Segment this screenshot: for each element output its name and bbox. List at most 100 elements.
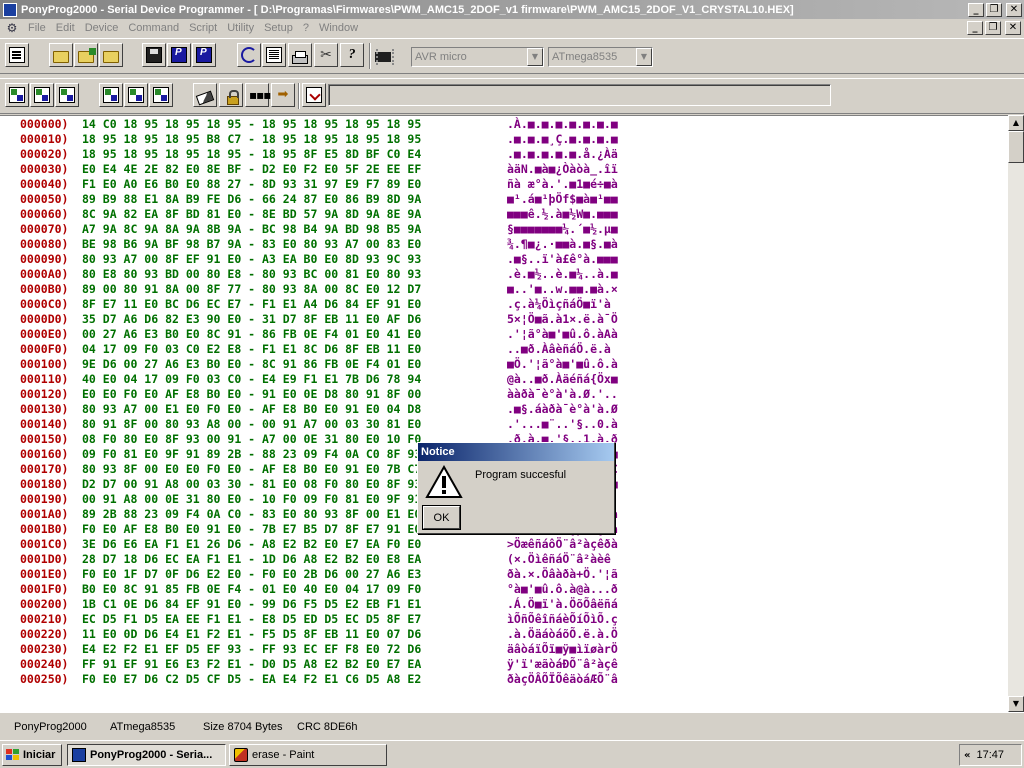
- edit-buffer-button[interactable]: [262, 43, 286, 67]
- hex-ascii[interactable]: .à.ÖäáòáõÕ.ë.à.Ö: [507, 627, 618, 642]
- hex-bytes[interactable]: 11 E0 0D D6 E4 E1 F2 E1 - F5 D5 8F EB 11…: [82, 627, 421, 642]
- hex-ascii[interactable]: .■.■.■.■.■.å.¿Àä: [507, 147, 618, 162]
- open-file-button[interactable]: [49, 43, 73, 67]
- hex-row[interactable]: 000140) 80 91 8F 00 80 93 A8 00 - 00 91 A…: [0, 417, 1008, 432]
- hex-row[interactable]: 000100) 9E D6 00 27 A6 E3 B0 E0 - 8C 91 8…: [0, 357, 1008, 372]
- hex-row[interactable]: 0001E0) F0 E0 1F D7 0F D6 E2 E0 - F0 E0 2…: [0, 567, 1008, 582]
- hex-row[interactable]: 000220) 11 E0 0D D6 E4 E1 F2 E1 - F5 D5 8…: [0, 627, 1008, 642]
- hex-row[interactable]: 0000B0) 89 00 80 91 8A 00 8F 77 - 80 93 8…: [0, 282, 1008, 297]
- hex-bytes[interactable]: 80 93 8F 00 E0 E0 F0 E0 - AF E8 B0 E0 91…: [82, 462, 421, 477]
- hex-ascii[interactable]: ■..'■..w.■■.■à.×: [507, 282, 618, 297]
- hex-ascii[interactable]: ààðà¯è°à'à.Ø.'..: [507, 387, 618, 402]
- hex-ascii[interactable]: .■§..ï'à£ê°à.■■■: [507, 252, 618, 267]
- hex-bytes[interactable]: 18 95 18 95 18 95 B8 C7 - 18 95 18 95 18…: [82, 132, 421, 147]
- hex-row[interactable]: 000050) 89 B9 88 E1 8A B9 FE D6 - 66 24 8…: [0, 192, 1008, 207]
- hex-bytes[interactable]: 89 B9 88 E1 8A B9 FE D6 - 66 24 87 E0 86…: [82, 192, 421, 207]
- hex-row[interactable]: 000010) 18 95 18 95 18 95 B8 C7 - 18 95 1…: [0, 132, 1008, 147]
- hex-bytes[interactable]: 80 93 A7 00 8F EF 91 E0 - A3 EA B0 E0 8D…: [82, 252, 421, 267]
- hex-ascii[interactable]: >ÖæêñáôÖ¨â²àçêðà: [507, 537, 618, 552]
- hex-bytes[interactable]: F1 E0 A0 E6 B0 E0 88 27 - 8D 93 31 97 E9…: [82, 177, 421, 192]
- reload-button[interactable]: [237, 43, 261, 67]
- read-data-button[interactable]: [55, 83, 79, 107]
- scroll-up-button[interactable]: ▲: [1008, 115, 1024, 131]
- document-system-icon[interactable]: ⚙: [4, 21, 20, 35]
- config-bits-button[interactable]: ▪▪▪: [245, 83, 271, 107]
- task-ponyprog[interactable]: PonyProg2000 - Seria...: [67, 744, 226, 766]
- hex-ascii[interactable]: .À.■.■.■.■.■.■.■: [507, 117, 618, 132]
- hex-row[interactable]: 000250) F0 E0 E7 D6 C2 D5 CF D5 - EA E4 F…: [0, 672, 1008, 687]
- hex-bytes[interactable]: 08 F0 80 E0 8F 93 00 91 - A7 00 0E 31 80…: [82, 432, 421, 447]
- hex-row[interactable]: 000030) E0 E4 4E 2E 82 E0 8E BF - D2 E0 F…: [0, 162, 1008, 177]
- hex-ascii[interactable]: ÿ'ï'æãòáÐÕ¨â²àçê: [507, 657, 618, 672]
- hex-ascii[interactable]: ..■ð.ÀâèñáÖ.ë.à: [507, 342, 611, 357]
- write-data-button[interactable]: [149, 83, 173, 107]
- hex-row[interactable]: 000120) E0 E0 F0 E0 AF E8 B0 E0 - 91 E0 0…: [0, 387, 1008, 402]
- hex-row[interactable]: 0001D0) 28 D7 18 D6 EC EA F1 E1 - 1D D6 A…: [0, 552, 1008, 567]
- hex-ascii[interactable]: àäN.■à■¿Òàòà_.îï: [507, 162, 618, 177]
- hex-bytes[interactable]: 89 2B 88 23 09 F4 0A C0 - 83 E0 80 93 8F…: [82, 507, 421, 522]
- help-button[interactable]: ?: [340, 43, 364, 67]
- hex-bytes[interactable]: E0 E4 4E 2E 82 E0 8E BF - D2 E0 F2 E0 5F…: [82, 162, 421, 177]
- hex-ascii[interactable]: .■.■.■¸Ç.■.■.■.■: [507, 132, 618, 147]
- save-data-button[interactable]: [192, 43, 216, 67]
- hex-row[interactable]: 0000A0) 80 E8 80 93 BD 00 80 E8 - 80 93 B…: [0, 267, 1008, 282]
- hex-bytes[interactable]: E4 E2 F2 E1 EF D5 EF 93 - FF 93 EC EF F8…: [82, 642, 421, 657]
- menu-help[interactable]: ?: [298, 22, 314, 34]
- hex-ascii[interactable]: ■■■ê.½.à■½W■.■■■: [507, 207, 618, 222]
- hex-bytes[interactable]: E0 E0 F0 E0 AF E8 B0 E0 - 91 E0 0E D8 80…: [82, 387, 421, 402]
- hex-row[interactable]: 000130) 80 93 A7 00 E1 E0 F0 E0 - AF E8 B…: [0, 402, 1008, 417]
- write-program-button[interactable]: [124, 83, 148, 107]
- hex-row[interactable]: 000070) A7 9A 8C 9A 8A 9A 8B 9A - BC 98 B…: [0, 222, 1008, 237]
- hex-bytes[interactable]: 1B C1 0E D6 84 EF 91 E0 - 99 D6 F5 D5 E2…: [82, 597, 421, 612]
- hex-ascii[interactable]: ðàçÖÂÕÏÕêäòáÆÕ¨â: [507, 672, 618, 687]
- hex-ascii[interactable]: .'¦ã°à■'■û.ô.àAà: [507, 327, 618, 342]
- hex-bytes[interactable]: 8C 9A 82 EA 8F BD 81 E0 - 8E BD 57 9A 8D…: [82, 207, 421, 222]
- tray-expand-icon[interactable]: «: [960, 750, 976, 761]
- hex-editor[interactable]: 000000) 14 C0 18 95 18 95 18 95 - 18 95 1…: [0, 115, 1008, 712]
- hex-row[interactable]: 0000D0) 35 D7 A6 D6 82 E3 90 E0 - 31 D7 8…: [0, 312, 1008, 327]
- hex-ascii[interactable]: .■§.áàðà¯è°à'à.Ø: [507, 402, 618, 417]
- hex-ascii[interactable]: °à■'■û.ô.à@à...ð: [507, 582, 618, 597]
- hex-ascii[interactable]: ¾.¶■¿.·■■à.■§.■à: [507, 237, 618, 252]
- task-paint[interactable]: erase - Paint: [229, 744, 387, 766]
- hex-bytes[interactable]: B0 E0 8C 91 85 FB 0E F4 - 01 E0 40 E0 04…: [82, 582, 421, 597]
- print-button[interactable]: [288, 43, 312, 67]
- hex-bytes[interactable]: 80 91 8F 00 80 93 A8 00 - 00 91 A7 00 03…: [82, 417, 421, 432]
- vertical-scrollbar[interactable]: ▲ ▼: [1008, 115, 1024, 712]
- menu-window[interactable]: Window: [314, 22, 363, 34]
- script-command-field[interactable]: [328, 84, 831, 106]
- hex-bytes[interactable]: EC D5 F1 D5 EA EE F1 E1 - E8 D5 ED D5 EC…: [82, 612, 421, 627]
- write-all-button[interactable]: [99, 83, 123, 107]
- hex-row[interactable]: 000110) 40 E0 04 17 09 F0 03 C0 - E4 E9 F…: [0, 372, 1008, 387]
- hex-row[interactable]: 0000C0) 8F E7 11 E0 BC D6 EC E7 - F1 E1 A…: [0, 297, 1008, 312]
- hex-ascii[interactable]: @à..■ð.Àäéñá{Öx■: [507, 372, 618, 387]
- hex-ascii[interactable]: ■Ö.'¦ã°à■'■û.ô.à: [507, 357, 618, 372]
- hex-bytes[interactable]: 8F E7 11 E0 BC D6 EC E7 - F1 E1 A4 D6 84…: [82, 297, 421, 312]
- setup-button[interactable]: ✂: [314, 43, 338, 67]
- hex-bytes[interactable]: 00 27 A6 E3 B0 E0 8C 91 - 86 FB 0E F4 01…: [82, 327, 421, 342]
- hex-bytes[interactable]: F0 E0 1F D7 0F D6 E2 E0 - F0 E0 2B D6 00…: [82, 567, 421, 582]
- hex-row[interactable]: 000080) BE 98 B6 9A BF 98 B7 9A - 83 E0 8…: [0, 237, 1008, 252]
- erase-button[interactable]: [193, 83, 217, 107]
- device-type-select[interactable]: ATmega8535 ▼: [548, 47, 653, 67]
- hex-ascii[interactable]: .Á.Ö■ï'à.ÖõÕâëñá: [507, 597, 618, 612]
- new-file-button[interactable]: [5, 43, 29, 67]
- open-flash-button[interactable]: [74, 43, 98, 67]
- doc-close-button[interactable]: ✕: [1005, 21, 1021, 35]
- scroll-down-button[interactable]: ▼: [1008, 696, 1024, 712]
- hex-row[interactable]: 000040) F1 E0 A0 E6 B0 E0 88 27 - 8D 93 3…: [0, 177, 1008, 192]
- hex-row[interactable]: 0001F0) B0 E0 8C 91 85 FB 0E F4 - 01 E0 4…: [0, 582, 1008, 597]
- hex-row[interactable]: 000000) 14 C0 18 95 18 95 18 95 - 18 95 1…: [0, 117, 1008, 132]
- hex-row[interactable]: 000240) FF 91 EF 91 E6 E3 F2 E1 - D0 D5 A…: [0, 657, 1008, 672]
- hex-bytes[interactable]: 80 93 A7 00 E1 E0 F0 E0 - AF E8 B0 E0 91…: [82, 402, 421, 417]
- read-all-button[interactable]: [5, 83, 29, 107]
- save-button[interactable]: [142, 43, 166, 67]
- app-icon[interactable]: [3, 2, 17, 17]
- menu-file[interactable]: File: [23, 22, 51, 34]
- security-bits-button[interactable]: [219, 83, 243, 107]
- minimize-button[interactable]: _: [968, 2, 984, 17]
- scroll-thumb[interactable]: [1008, 131, 1024, 163]
- hex-bytes[interactable]: 35 D7 A6 D6 82 E3 90 E0 - 31 D7 8F EB 11…: [82, 312, 421, 327]
- hex-bytes[interactable]: 89 00 80 91 8A 00 8F 77 - 80 93 8A 00 8C…: [82, 282, 421, 297]
- doc-minimize-button[interactable]: _: [967, 21, 983, 35]
